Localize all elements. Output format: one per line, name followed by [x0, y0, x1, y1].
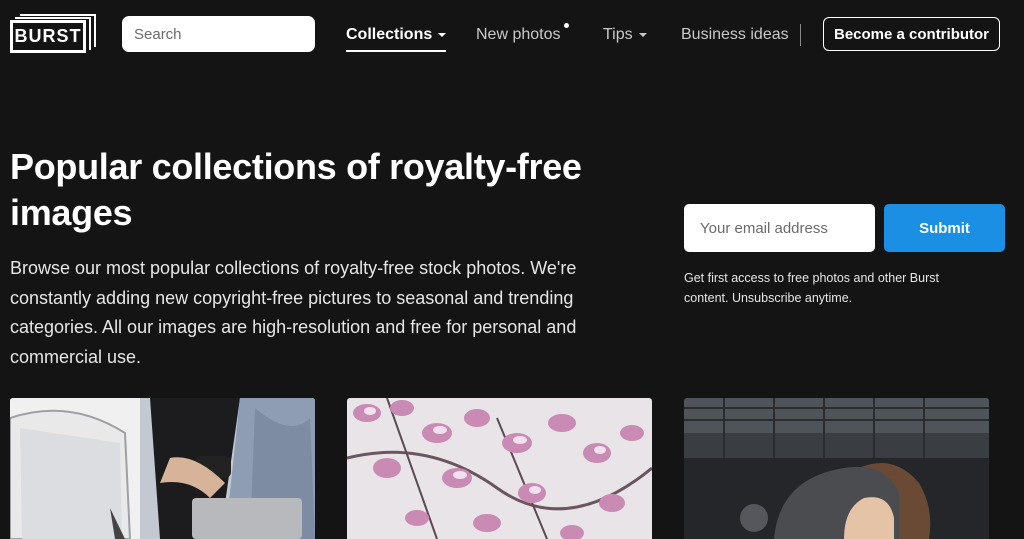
woman-beanie-photo — [684, 398, 989, 539]
collection-card-flowers[interactable] — [347, 398, 652, 539]
signup-note: Get first access to free photos and othe… — [684, 271, 939, 305]
page-title: Popular collections of royalty-free imag… — [10, 146, 582, 233]
email-field[interactable] — [684, 204, 875, 252]
new-indicator-dot — [563, 23, 569, 28]
business-laptop-photo — [10, 398, 315, 539]
nav-collections[interactable]: Collections — [346, 24, 447, 52]
caret-down-icon — [438, 33, 447, 37]
nav-new-photos-label: New photos — [476, 26, 561, 43]
submit-button[interactable]: Submit — [884, 204, 1005, 252]
collection-card-people[interactable] — [684, 398, 989, 539]
become-contributor-button[interactable]: Become a contributor — [823, 17, 1000, 51]
page-description: Browse our most popular collections of r… — [10, 258, 577, 367]
site-header: BURST Collections New photos Tips Busine… — [0, 0, 1024, 70]
nav-business-ideas[interactable]: Business ideas — [681, 24, 789, 46]
burst-logo[interactable]: BURST — [10, 14, 96, 54]
search-input[interactable] — [134, 25, 333, 43]
nav-divider — [800, 24, 801, 46]
search-box — [122, 16, 333, 52]
nav-collections-label: Collections — [346, 26, 433, 43]
caret-down-icon — [638, 33, 647, 37]
collection-card-business[interactable] — [10, 398, 315, 539]
nav-tips-label: Tips — [603, 26, 633, 43]
logo-text: BURST — [14, 26, 82, 46]
magnolia-photo — [347, 398, 652, 539]
nav-new-photos[interactable]: New photos — [476, 23, 569, 46]
nav-business-ideas-label: Business ideas — [681, 26, 789, 43]
nav-tips[interactable]: Tips — [603, 24, 647, 46]
